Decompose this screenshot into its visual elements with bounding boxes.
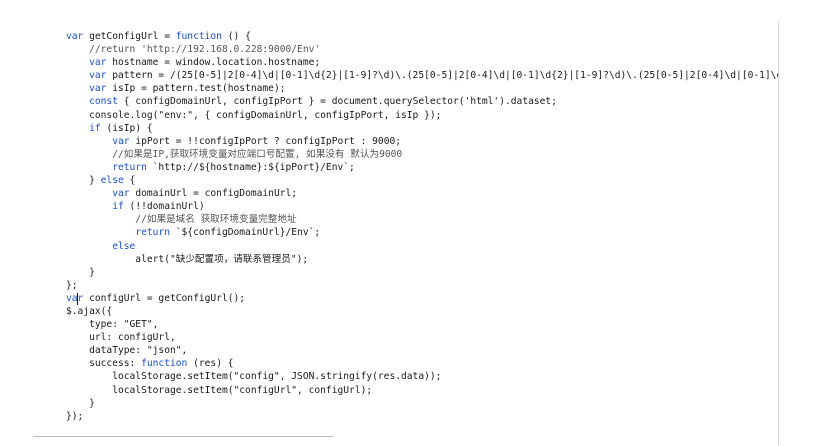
code-line-23: type: "GET", <box>66 319 159 331</box>
code-line-10: //如果是IP,获取环境变量对应端口号配置, 如果没有 默认为9000 <box>66 148 403 160</box>
code-line-4: var pattern = /(25[0-5]|2[0-4]\d|[0-1]\d… <box>89 70 778 82</box>
code-line-5: var isIp = pattern.test(hostname); <box>89 83 286 95</box>
code-line-18: alert("缺少配置项，请联系管理员"); <box>66 253 309 265</box>
code-line-20: }; <box>66 279 78 291</box>
text-cursor <box>77 293 78 305</box>
bottom-divider <box>33 436 333 437</box>
code-line-21: var configUrl = getConfigUrl(); <box>66 292 246 304</box>
code-line-29: } <box>66 397 95 409</box>
right-margin-guide <box>778 21 779 446</box>
code-line-11: return `http://${hostname}:${ipPort}/Env… <box>112 161 355 173</box>
code-line-3: var hostname = window.location.hostname; <box>89 57 321 69</box>
code-line-16: return `${configDomainUrl}/Env`; <box>135 227 321 239</box>
code-line-6: const { configDomainUrl, configIpPort } … <box>89 96 557 108</box>
code-line-19: } <box>66 266 95 278</box>
code-area[interactable]: var getConfigUrl = function () { //retur… <box>66 30 778 423</box>
code-line-30: }); <box>66 410 84 422</box>
code-line-28: localStorage.setItem("configUrl", config… <box>66 384 373 396</box>
code-line-7: console.log("env:", { configDomainUrl, c… <box>66 109 442 121</box>
code-line-1: var getConfigUrl = function () { <box>66 31 251 42</box>
code-editor[interactable]: var getConfigUrl = function () { //retur… <box>0 0 823 446</box>
code-line-25: dataType: "json", <box>66 345 188 357</box>
code-line-8: if (isIp) { <box>89 122 153 134</box>
code-line-13: var domainUrl = configDomainUrl; <box>112 188 298 200</box>
code-line-2: //return 'http://192.168.0.228:9000/Env' <box>66 44 321 56</box>
code-line-17: else <box>112 240 136 252</box>
code-line-14: if (!!domainUrl) <box>112 201 205 213</box>
code-line-24: url: configUrl, <box>66 332 176 344</box>
code-line-22: $.ajax({ <box>66 305 113 317</box>
code-line-12: } else { <box>66 175 136 187</box>
code-line-27: localStorage.setItem("config", JSON.stri… <box>66 371 442 383</box>
code-line-9: var ipPort = !!configIpPort ? configIpPo… <box>112 135 402 147</box>
code-line-15: //如果是域名 获取环境变量完整地址 <box>66 214 297 226</box>
code-line-26: success: function (res) { <box>66 358 234 370</box>
